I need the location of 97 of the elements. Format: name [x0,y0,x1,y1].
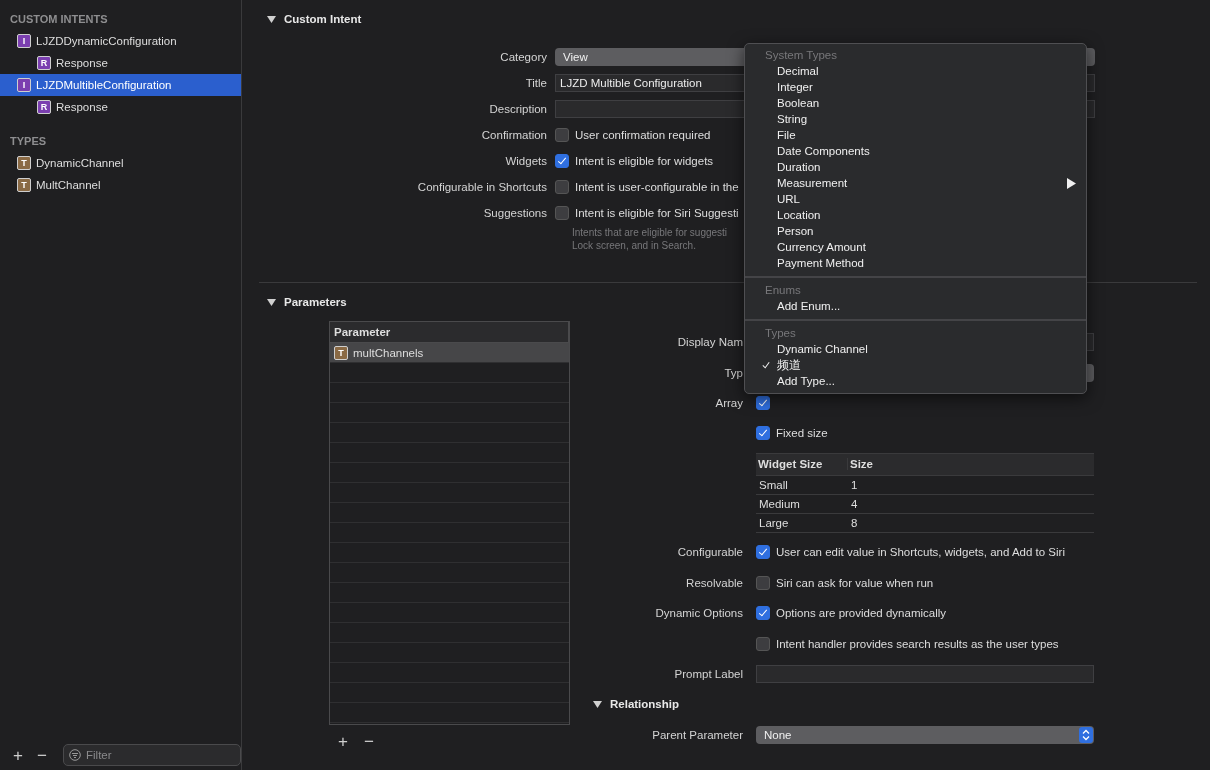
checkbox-label: Siri can ask for value when run [776,576,934,589]
checkbox-label: Intent is eligible for widgets [575,155,714,167]
sidebar-item[interactable]: R Response [0,96,241,118]
checkbox[interactable] [555,180,569,194]
menu-item[interactable]: Payment Method [745,255,1086,271]
field-label: Prompt Label [673,667,743,680]
menu-item[interactable]: URL [745,191,1086,207]
menu-section-title: System Types [764,48,838,63]
submenu-arrow-icon [1067,178,1076,189]
remove-button[interactable]: − [358,733,380,750]
section-heading: TYPES [9,134,48,149]
sidebar-item[interactable]: T DynamicChannel [0,152,241,174]
menu-item[interactable]: Currency Amount [745,239,1086,255]
checkbox[interactable] [756,636,770,651]
type-badge-icon: R [37,100,51,114]
field-label: Confirmation [480,129,547,141]
text-field[interactable] [756,664,1094,683]
column-header[interactable]: Parameter [330,322,569,343]
type-badge-icon: T [334,345,348,360]
add-button[interactable]: + [332,733,354,750]
checkbox-label: User confirmation required [575,129,711,141]
menu-item[interactable]: 频道 [745,357,1086,373]
field-label: Widgets [504,155,547,167]
field-label: Title [524,77,547,89]
field-label: Parent Parameter [651,728,743,741]
sidebar-item[interactable]: T MultChannel [0,174,241,196]
menu-item[interactable]: Decimal [745,63,1086,79]
hint-text: Intents that are eligible for suggesti Lock screen, and in Search. [571,226,728,252]
type-badge-icon: T [17,156,31,170]
menu-item[interactable]: Add Type... [745,373,1086,389]
popup-button[interactable]: None [756,725,1094,744]
table-cell-text: Large [758,516,790,529]
menu-item[interactable]: Boolean [745,95,1086,111]
menu-section-title: Types [764,326,797,341]
table-cell-text: Medium [758,497,801,510]
field-label: Typ [723,366,743,379]
checkbox[interactable] [756,426,770,441]
section-heading: CUSTOM INTENTS [9,12,109,27]
checkbox[interactable] [756,606,770,621]
section-title: Custom Intent [284,13,362,25]
menu-item[interactable]: Person [745,223,1086,239]
checkbox-label: User can edit value in Shortcuts, widgets, and Add to Siri [776,546,1065,559]
table-cell-text: 1 [850,478,859,491]
menu-item[interactable]: Add Enum... [745,298,1086,314]
menu-item[interactable]: Dynamic Channel [745,341,1086,357]
menu-item[interactable]: File [745,127,1086,143]
type-badge-icon: I [17,34,31,48]
checkbox-label: Intent is eligible for Siri Suggesti [575,207,739,219]
add-button[interactable]: + [7,746,29,764]
sidebar-item[interactable]: R Response [0,52,241,74]
checkbox[interactable] [756,396,770,410]
section-title: Relationship [610,698,679,711]
menu-item[interactable]: Date Components [745,143,1086,159]
field-label: Resolvable [685,576,743,589]
menu-item[interactable]: Location [745,207,1086,223]
table-row[interactable]: T multChannels [330,343,569,363]
menu-item[interactable]: Duration [745,159,1086,175]
checkbox[interactable] [756,575,770,590]
remove-button[interactable]: − [31,746,53,764]
field-label: Array [714,397,743,409]
column-header[interactable]: Widget Size [756,458,848,471]
checkbox-label: Options are provided dynamically [776,607,947,620]
section-title: Parameters [284,296,347,308]
checkmark-icon [762,361,770,369]
disclosure-triangle-icon[interactable] [267,14,276,24]
filter-field[interactable]: Filter [63,744,241,766]
checkbox-label: Fixed size [776,427,828,440]
field-label: Configurable [676,546,743,559]
checkbox[interactable] [555,128,569,142]
menu-item[interactable]: String [745,111,1086,127]
sidebar-item[interactable]: I LJZDDynamicConfiguration [0,30,241,52]
table-cell-text: Small [758,478,789,491]
field-label: Display Nam [676,336,743,349]
column-header[interactable]: Size [848,458,1094,471]
field-label: Suggestions [482,207,547,219]
checkbox-label: Intent is user-configurable in the [575,181,739,193]
field-label: Configurable in Shortcuts [416,181,547,193]
filter-icon [69,749,81,761]
table-cell-text: 4 [850,497,859,510]
checkbox-label: Intent handler provides search results as the user types [776,637,1059,650]
menu-item[interactable]: Measurement [745,175,1086,191]
sidebar-item[interactable]: I LJZDMultibleConfiguration [0,74,241,96]
table-cell-text: 8 [850,516,859,529]
field-label: Dynamic Options [654,607,743,620]
type-badge-icon: T [17,178,31,192]
checkbox[interactable] [555,154,569,168]
type-badge-icon: R [37,56,51,70]
type-badge-icon: I [17,78,31,92]
disclosure-triangle-icon[interactable] [593,699,602,709]
field-label: Category [499,51,547,63]
menu-item[interactable]: Integer [745,79,1086,95]
field-label: Description [488,103,547,115]
checkbox[interactable] [555,206,569,220]
checkbox[interactable] [756,545,770,560]
stepper-icon [1079,726,1093,743]
disclosure-triangle-icon[interactable] [267,297,276,307]
menu-section-title: Enums [764,283,802,298]
